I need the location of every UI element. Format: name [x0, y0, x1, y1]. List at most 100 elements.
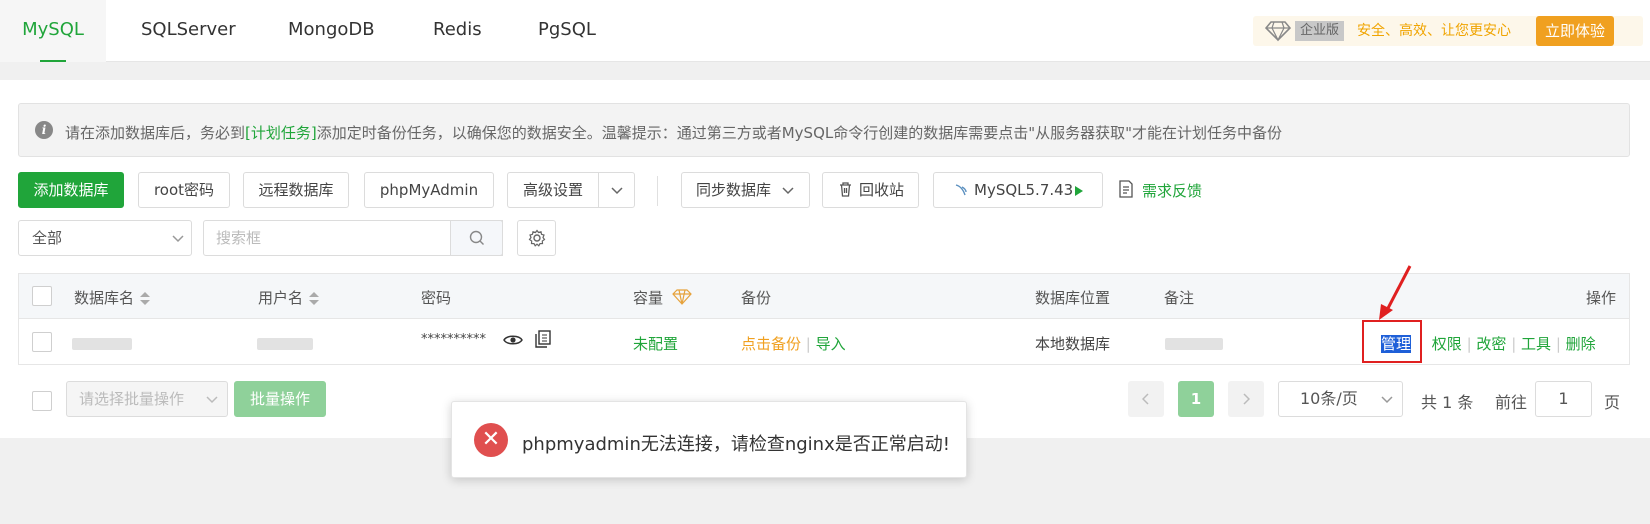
diamond-icon [671, 289, 692, 305]
try-now-button[interactable]: 立即体验 [1536, 16, 1614, 46]
play-icon [1075, 186, 1083, 196]
tab-label: MongoDB [288, 19, 375, 40]
row-checkbox[interactable] [32, 332, 52, 352]
tab-pgsql[interactable]: PgSQL [538, 0, 596, 62]
search-icon [469, 230, 484, 245]
cron-task-link[interactable]: [计划任务] [245, 124, 317, 142]
goto-label: 前往 [1495, 393, 1528, 412]
recycle-bin-label: 回收站 [859, 181, 905, 199]
enterprise-badge: 企业版 [1295, 21, 1345, 41]
eye-icon[interactable] [503, 333, 523, 347]
search-button[interactable] [450, 220, 503, 256]
col-header-ops: 操作 [1586, 289, 1617, 307]
batch-select-placeholder: 请选择批量操作 [79, 390, 185, 408]
feedback-icon [1119, 180, 1133, 198]
error-close-icon: ✕ [474, 423, 508, 457]
root-password-button[interactable]: root密码 [138, 172, 230, 208]
goto-page-input[interactable]: 1 [1535, 381, 1592, 417]
delete-link[interactable]: 删除 [1566, 335, 1596, 353]
page-size-select[interactable]: 10条/页 [1278, 381, 1403, 417]
sync-database-button[interactable]: 同步数据库 [681, 172, 810, 208]
backup-notice: i 请在添加数据库后，务必到[计划任务]添加定时备份任务，以确保您的数据安全。温… [18, 103, 1630, 157]
tab-label: SQLServer [141, 19, 236, 40]
remark-redacted[interactable] [1165, 338, 1223, 350]
toolbar-divider [657, 176, 658, 206]
notice-prefix: 请在添加数据库后，务必到 [65, 124, 246, 142]
permission-link[interactable]: 权限 [1432, 335, 1462, 353]
diamond-icon [1265, 21, 1291, 42]
username-redacted [257, 338, 313, 350]
category-select[interactable]: 全部 [18, 220, 192, 256]
notice-text: 请在添加数据库后，务必到[计划任务]添加定时备份任务，以确保您的数据安全。温馨提… [65, 122, 1282, 143]
divider: | [1511, 335, 1522, 353]
error-toast: ✕ phpmyadmin无法连接，请检查nginx是否正常启动! [451, 401, 967, 478]
chevron-down-icon [1381, 396, 1393, 404]
tab-redis[interactable]: Redis [433, 0, 482, 62]
divider: | [805, 335, 816, 353]
enterprise-promo: 企业版 安全、高效、让您更安心 立即体验 [1253, 16, 1643, 46]
page-1-button[interactable]: 1 [1178, 381, 1214, 417]
promo-slogan: 安全、高效、让您更安心 [1357, 23, 1511, 39]
click-backup-link[interactable]: 点击备份 [741, 335, 801, 353]
database-location: 本地数据库 [1035, 335, 1111, 353]
password-masked: ********** [421, 332, 486, 347]
advanced-settings-button[interactable]: 高级设置 [507, 172, 599, 208]
col-header-backup: 备份 [741, 289, 772, 307]
col-header-remark: 备注 [1164, 289, 1195, 307]
chevron-down-icon [782, 187, 794, 195]
feedback-label: 需求反馈 [1142, 182, 1203, 200]
tab-mongodb[interactable]: MongoDB [288, 0, 375, 62]
table-settings-button[interactable] [517, 220, 556, 256]
tab-sqlserver[interactable]: SQLServer [141, 0, 236, 62]
next-page-button[interactable] [1228, 381, 1264, 417]
divider: | [1555, 335, 1566, 353]
annotation-arrow-icon [1379, 265, 1412, 320]
mysql-dolphin-icon [955, 184, 967, 196]
prev-page-button[interactable] [1128, 381, 1164, 417]
change-password-link[interactable]: 改密 [1476, 335, 1506, 353]
database-name-redacted[interactable] [72, 338, 132, 350]
import-link[interactable]: 导入 [816, 335, 846, 353]
add-database-button[interactable]: 添加数据库 [18, 172, 124, 208]
page-unit-label: 页 [1604, 393, 1621, 412]
col-header-user[interactable]: 用户名 [258, 287, 320, 308]
feedback-link[interactable]: 需求反馈 [1118, 180, 1202, 201]
sort-icon [309, 291, 320, 306]
col-name-label: 数据库名 [74, 289, 135, 307]
chevron-down-icon [172, 235, 184, 243]
col-header-location: 数据库位置 [1035, 289, 1111, 307]
trash-icon [840, 182, 851, 197]
tools-link[interactable]: 工具 [1521, 335, 1551, 353]
col-header-name[interactable]: 数据库名 [74, 287, 151, 308]
mysql-version-label: MySQL5.7.43 [974, 181, 1074, 199]
phpmyadmin-button[interactable]: phpMyAdmin [364, 172, 494, 208]
backup-actions: 点击备份 | 导入 [741, 333, 846, 354]
batch-select-checkbox[interactable] [32, 391, 52, 411]
remote-database-button[interactable]: 远程数据库 [243, 172, 349, 208]
notice-suffix: 添加定时备份任务，以确保您的数据安全。温馨提示：通过第三方或者MySQL命令行创… [316, 124, 1283, 142]
chevron-down-icon [611, 187, 623, 195]
page-size-value: 10条/页 [1300, 389, 1358, 408]
toast-message: phpmyadmin无法连接，请检查nginx是否正常启动! [522, 434, 950, 455]
col-header-password: 密码 [421, 289, 452, 307]
col-user-label: 用户名 [258, 289, 304, 307]
search-placeholder: 搜索框 [216, 229, 262, 247]
divider: | [1466, 335, 1477, 353]
batch-operation-select[interactable]: 请选择批量操作 [66, 381, 228, 417]
recycle-bin-button[interactable]: 回收站 [822, 172, 919, 208]
total-count: 共 1 条 [1421, 393, 1474, 412]
select-all-checkbox[interactable] [32, 286, 52, 306]
batch-operation-button[interactable]: 批量操作 [234, 381, 326, 417]
gear-icon [528, 229, 546, 247]
col-header-capacity: 容量 [633, 287, 692, 308]
col-capacity-label: 容量 [633, 289, 664, 307]
mysql-version-button[interactable]: MySQL5.7.43 [933, 172, 1103, 208]
capacity-not-configured-link[interactable]: 未配置 [633, 333, 678, 354]
chevron-left-icon [1142, 393, 1149, 405]
sync-database-label: 同步数据库 [696, 181, 772, 199]
tab-mysql[interactable]: MySQL [0, 0, 106, 62]
tab-label: PgSQL [538, 19, 596, 40]
copy-icon[interactable] [535, 330, 551, 348]
advanced-settings-dropdown[interactable] [598, 172, 635, 208]
category-value: 全部 [32, 229, 63, 247]
